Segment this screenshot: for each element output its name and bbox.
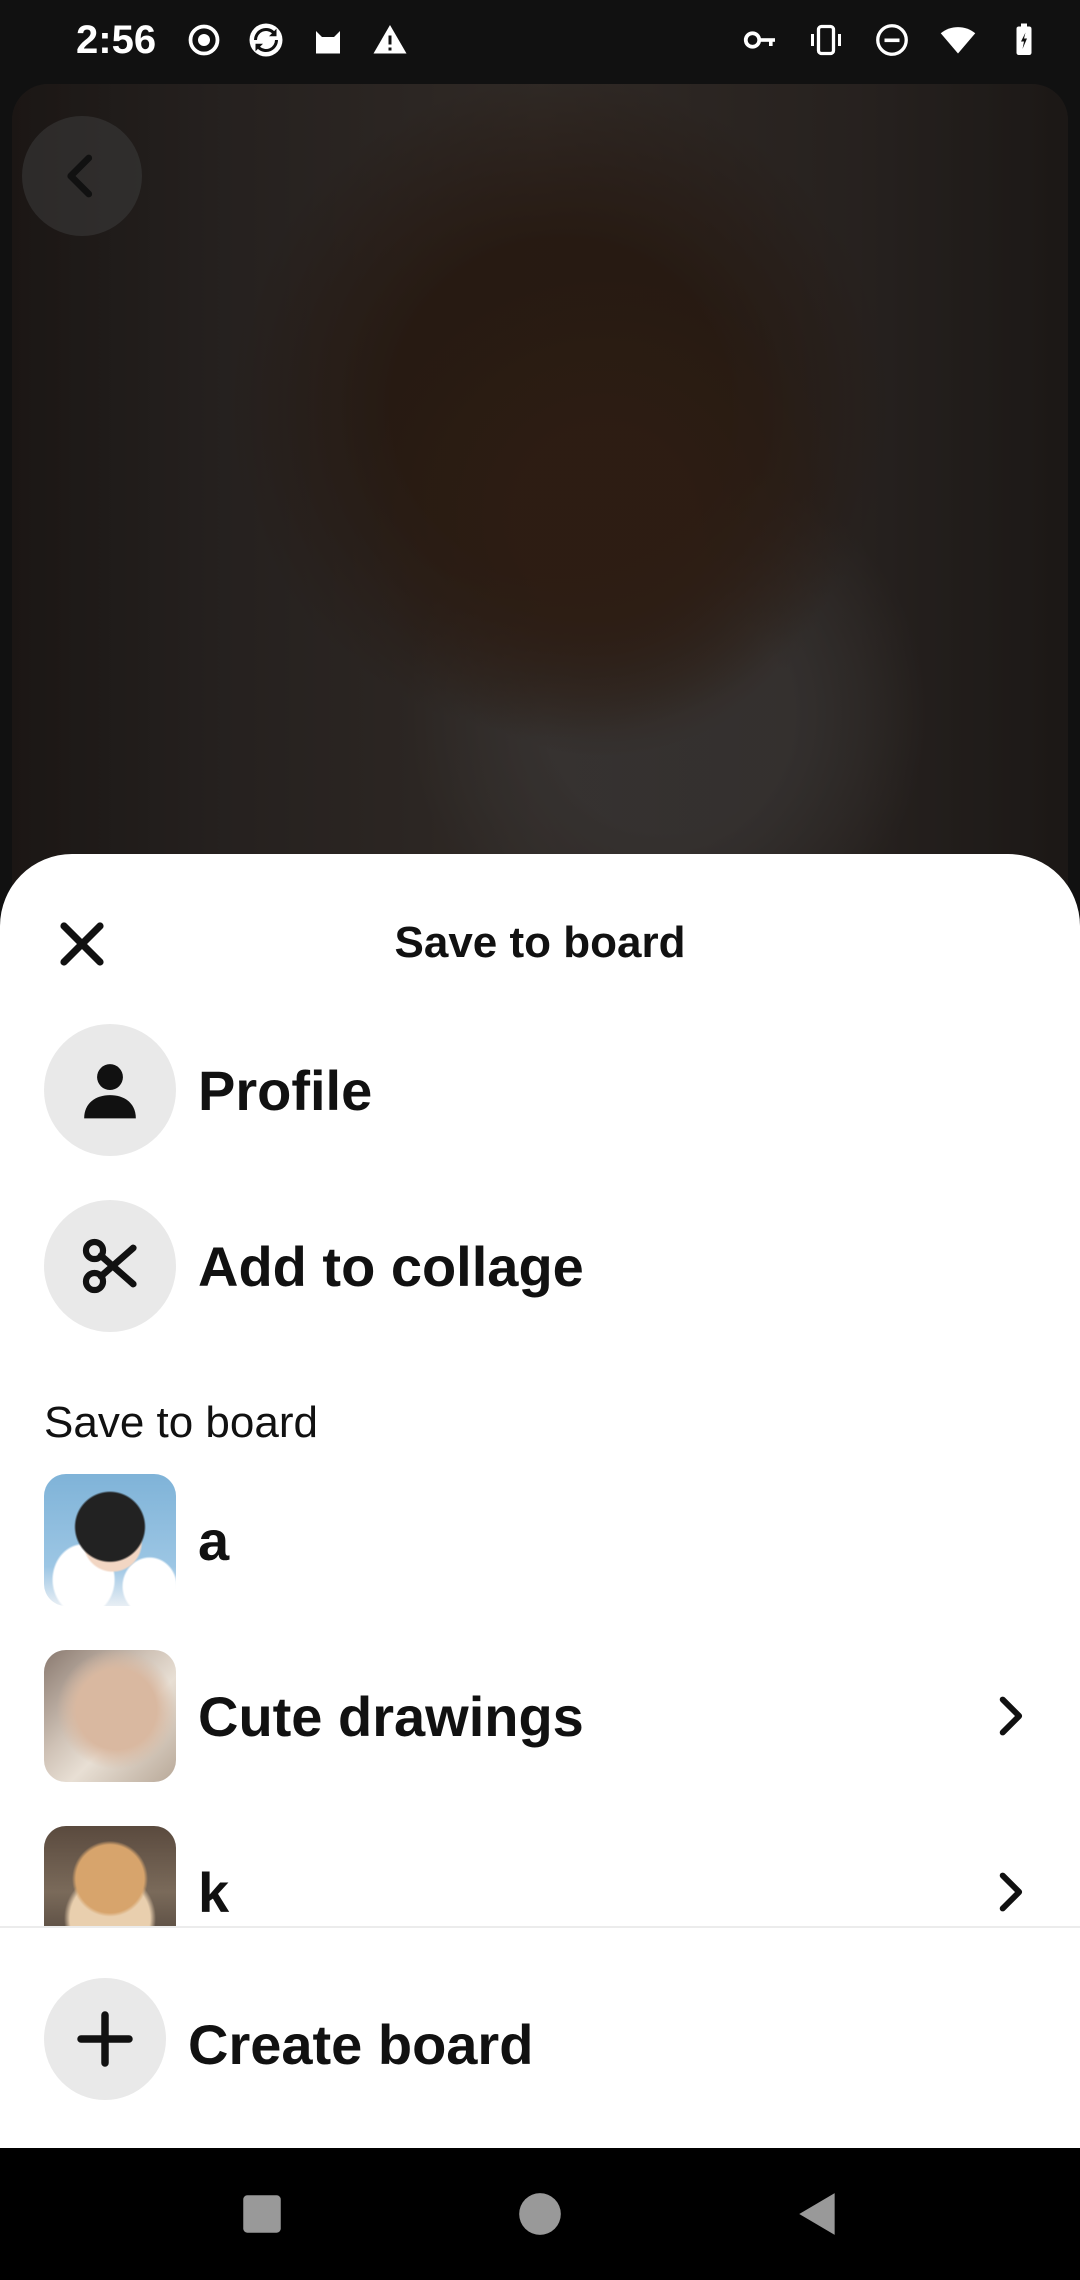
profile-label: Profile [198, 1058, 373, 1122]
sync-icon [246, 20, 286, 60]
circle-icon [519, 2193, 561, 2235]
create-board-footer: Create board [0, 1926, 1080, 2150]
dnd-icon [872, 20, 912, 60]
home-button[interactable] [510, 2184, 570, 2244]
board-thumbnail [44, 1650, 176, 1782]
add-to-collage-row[interactable]: Add to collage [0, 1196, 1080, 1336]
wifi-icon [938, 20, 978, 60]
battery-icon [1004, 20, 1044, 60]
section-label: Save to board [44, 1398, 318, 1447]
board-row-cute-drawings[interactable]: Cute drawings [0, 1646, 1080, 1786]
create-board-button[interactable]: Create board [188, 2012, 533, 2077]
profile-row[interactable]: Profile [0, 1020, 1080, 1160]
cat-icon [308, 20, 348, 60]
triangle-back-icon [799, 2193, 835, 2235]
board-name: k [198, 1860, 230, 1924]
square-icon [243, 2195, 281, 2233]
sheet-header: Save to board [0, 854, 1080, 1004]
board-row-a[interactable]: a [0, 1470, 1080, 1610]
person-icon [44, 1024, 176, 1156]
record-icon [184, 20, 224, 60]
image-dim-overlay [12, 84, 1068, 984]
status-right-icons [740, 20, 1044, 60]
status-bar: 2:56 [0, 0, 1080, 82]
board-name: a [198, 1508, 230, 1572]
board-name: Cute drawings [198, 1684, 584, 1748]
chevron-left-icon [67, 154, 93, 198]
key-icon [740, 20, 780, 60]
back-nav-button[interactable] [788, 2184, 848, 2244]
pin-image [12, 84, 1068, 984]
plus-icon[interactable] [44, 1978, 166, 2100]
recents-button[interactable] [232, 2184, 292, 2244]
chevron-right-icon[interactable] [980, 1862, 1040, 1922]
warning-icon [370, 20, 410, 60]
back-button[interactable] [22, 116, 142, 236]
status-left-icons [184, 20, 410, 60]
status-time: 2:56 [76, 18, 157, 62]
add-to-collage-label: Add to collage [198, 1234, 584, 1298]
vibrate-icon [806, 20, 846, 60]
sheet-title: Save to board [394, 918, 686, 967]
scissors-icon [44, 1200, 176, 1332]
chevron-right-icon[interactable] [980, 1686, 1040, 1746]
navigation-bar [0, 2148, 1080, 2280]
board-thumbnail [44, 1474, 176, 1606]
